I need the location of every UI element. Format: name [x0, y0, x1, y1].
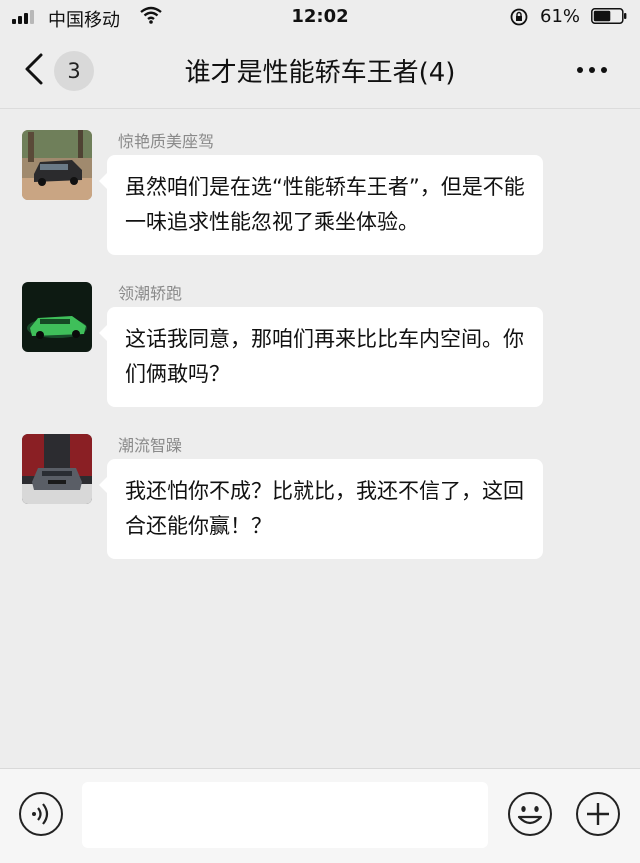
voice-icon[interactable] [18, 791, 64, 837]
plus-icon[interactable] [575, 791, 621, 837]
avatar[interactable] [22, 282, 92, 352]
message-input[interactable] [82, 782, 488, 848]
sender-name: 潮流智躁 [118, 436, 183, 455]
chat-title: 谁才是性能轿车王者(4) [184, 58, 456, 88]
message-bubble[interactable]: 我还怕你不成？比就比，我还不信了，这回合还能你赢！？ [99, 459, 543, 559]
more-icon[interactable] [572, 58, 612, 82]
message-bubble[interactable]: 这话我同意，那咱们再来比比车内空间。你们俩敢吗？ [99, 307, 543, 407]
battery-percent: 61% [540, 6, 581, 27]
avatar[interactable] [22, 130, 92, 200]
battery-icon [591, 8, 627, 24]
chat-header: 3 谁才是性能轿车王者(4) [0, 34, 640, 109]
message-bubble[interactable]: 虽然咱们是在选“性能轿车王者”，但是不能一味追求性能忽视了乘坐体验。 [99, 155, 543, 255]
sender-name: 惊艳质美座驾 [118, 132, 215, 151]
avatar[interactable] [22, 434, 92, 504]
sender-name: 领潮轿跑 [118, 284, 183, 303]
emoji-icon[interactable] [507, 791, 553, 837]
status-bar: 中国移动 12:02 61% [0, 0, 640, 34]
orientation-lock-icon [510, 8, 528, 26]
input-bar [0, 768, 640, 863]
